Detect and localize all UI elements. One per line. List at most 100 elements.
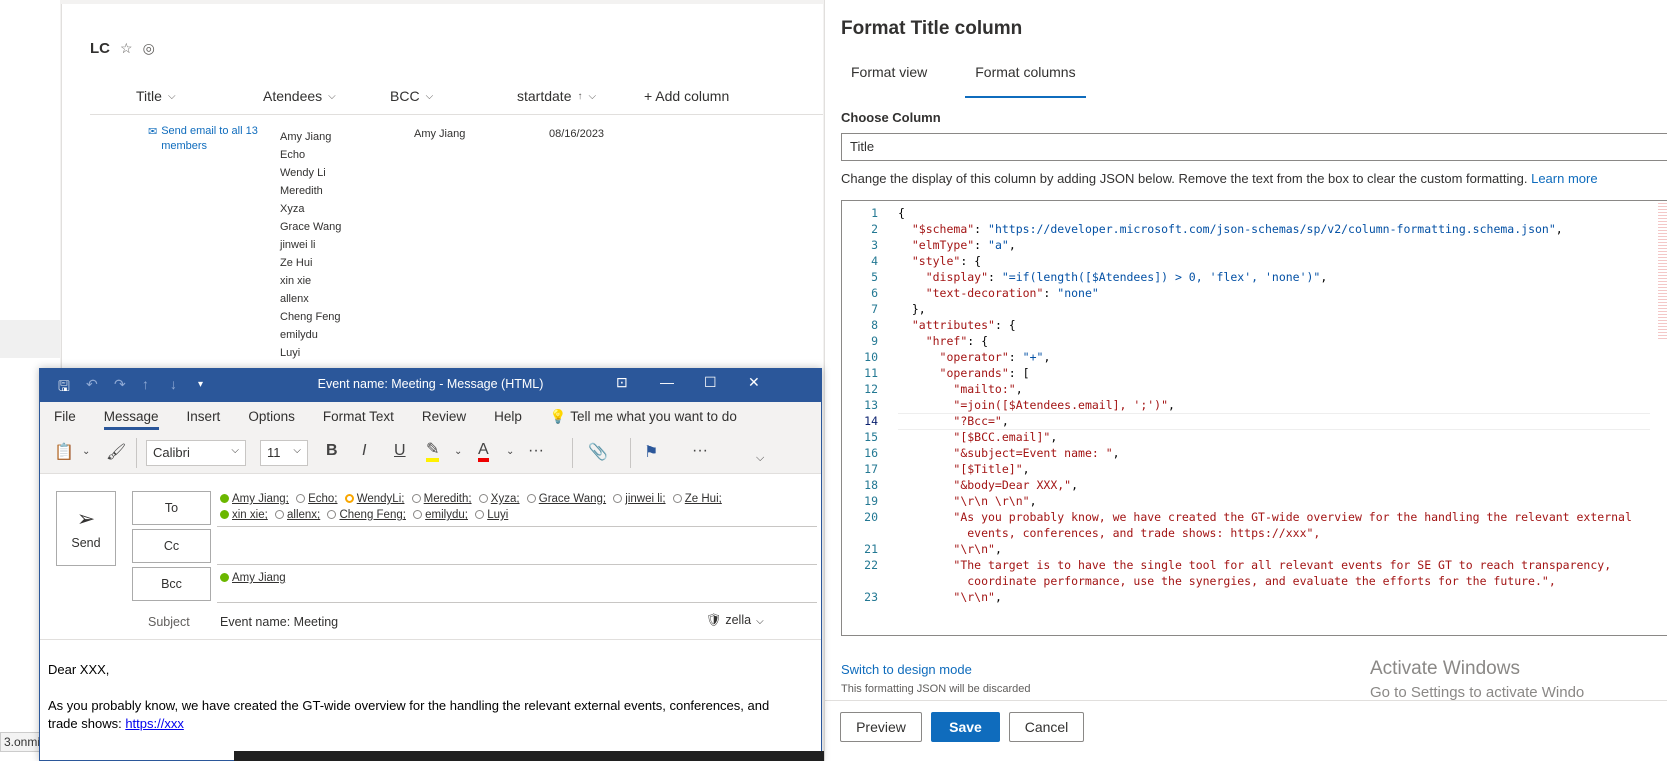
recipient-chip[interactable]: WendyLi; [344,493,405,505]
sensitivity-dropdown[interactable]: 🛡 zella ⌵ [706,613,764,628]
recipient-chip[interactable]: Xyza; [478,493,520,505]
editor-minimap[interactable] [1658,201,1667,341]
recipient-chip[interactable]: allenx; [275,509,320,521]
activate-windows-title: Activate Windows [1370,658,1520,679]
maximize-icon[interactable]: ☐ [704,374,717,391]
tell-me-search[interactable]: 💡 Tell me what you want to do [536,402,751,432]
add-column-button[interactable]: + Add column [644,88,729,104]
message-body[interactable]: Dear XXX, As you probably know, we have … [48,661,788,733]
bcc-recipient[interactable]: Amy Jiang [220,572,286,584]
attendee-item: Luyi [280,347,301,359]
highlight-dropdown-icon[interactable]: ⌄ [454,446,462,457]
save-button[interactable]: Save [931,712,1000,742]
line-number: 19 [864,494,878,508]
recipient-chip[interactable]: jinwei li; [613,493,666,505]
menu-help[interactable]: Help [480,402,536,432]
minimize-icon[interactable]: — [660,374,674,390]
recipient-chip[interactable]: Luyi [475,509,508,521]
to-recipients[interactable]: Amy Jiang; Echo; WendyLi; Meredith; Xyza… [220,491,780,523]
recipient-name: WendyLi; [356,493,405,505]
menu-message[interactable]: Message [90,402,173,432]
taskbar [234,751,824,761]
column-header-atendees[interactable]: Atendees ⌵ [263,88,336,104]
code-line: "As you probably know, we have created t… [953,510,1632,524]
shield-icon: 🛡 [706,613,726,627]
presence-icon [344,494,354,503]
presence-icon [526,494,536,503]
menu-format-text[interactable]: Format Text [309,402,408,432]
recipient-chip[interactable]: Echo; [296,493,338,505]
highlight-icon[interactable]: ✎ [426,442,440,462]
recipient-chip[interactable]: Meredith; [411,493,472,505]
column-bcc-label: BCC [390,88,420,104]
choose-column-dropdown[interactable]: Title [841,133,1667,161]
send-email-link-text: Send email to all 13 members [161,125,258,152]
font-color-icon[interactable]: A [478,442,489,462]
chevron-down-icon: ⌵ [231,445,239,456]
check-circle-icon[interactable]: ◎ [143,40,155,57]
format-painter-icon[interactable]: 🖌 [106,442,126,462]
attendees-cell: Amy Jiang Echo Wendy Li Meredith Xyza Grace W… [280,128,341,362]
cc-button[interactable]: Cc [132,529,211,563]
tab-format-columns[interactable]: Format columns [965,62,1086,98]
recipient-chip[interactable]: emilydu; [413,509,468,521]
tab-format-view[interactable]: Format view [841,62,937,98]
recipient-chip[interactable]: Grace Wang; [526,493,606,505]
menu-review[interactable]: Review [408,402,480,432]
underline-icon[interactable]: U [394,442,406,460]
recipient-chip[interactable]: Ze Hui; [672,493,722,505]
presence-icon [327,510,337,519]
line-number: 4 [871,254,878,268]
body-link[interactable]: https://xxx [125,716,184,731]
paste-dropdown-icon[interactable]: ⌄ [82,446,90,457]
font-name-select[interactable]: Calibri ⌵ [146,440,246,466]
bold-icon[interactable]: B [326,442,338,460]
to-button[interactable]: To [132,491,211,525]
ribbon-display-icon[interactable]: ⊡ [616,374,628,391]
presence-icon [413,510,423,519]
column-header-title[interactable]: Title ⌵ [136,88,176,104]
switch-design-mode-link[interactable]: Switch to design mode [841,662,972,677]
font-color-dropdown-icon[interactable]: ⌄ [506,446,514,457]
line-number: 21 [864,542,878,556]
recipient-name: Ze Hui; [684,493,722,505]
attendee-item: jinwei li [280,239,316,251]
collapse-ribbon-icon[interactable]: ⌵ [756,452,764,465]
menu-file[interactable]: File [40,402,90,432]
close-icon[interactable]: ✕ [748,374,760,391]
learn-more-link[interactable]: Learn more [1531,171,1597,186]
code-line: "href": { [925,334,989,348]
recipient-chip[interactable]: xin xie; [220,509,268,521]
line-number: 2 [871,222,878,236]
paste-icon[interactable]: 📋 [54,442,74,462]
tag-icon[interactable]: ⚑ [644,442,658,462]
attendee-item: allenx [280,293,309,305]
menu-options[interactable]: Options [234,402,309,432]
presence-icon [475,510,485,519]
more-format-icon[interactable]: ··· [528,442,544,460]
recipient-name: allenx; [287,509,321,521]
send-button[interactable]: ➢ Send [56,491,116,566]
menu-insert[interactable]: Insert [173,402,235,432]
column-header-startdate[interactable]: startdate ↑ ⌵ [517,88,596,104]
font-size-select[interactable]: 11 ⌵ [260,440,308,466]
font-size-value: 11 [267,445,281,460]
attendee-item: Echo [280,149,306,161]
more-options-icon[interactable]: ··· [692,442,708,460]
bcc-button[interactable]: Bcc [132,567,211,601]
code-line: "\r\n \r\n", [953,494,1037,508]
subject-input[interactable]: Event name: Meeting [220,615,338,629]
send-email-link[interactable]: ✉ Send email to all 13 members [148,124,258,154]
star-icon[interactable]: ☆ [120,40,133,57]
attach-icon[interactable]: 📎 [588,442,608,462]
presence-icon [220,494,229,503]
json-editor[interactable]: 1 {2 "$schema": "https://developer.micros… [841,200,1667,636]
presence-icon [220,510,229,519]
italic-icon[interactable]: I [362,442,366,460]
recipient-chip[interactable]: Cheng Feng; [327,509,406,521]
recipient-chip[interactable]: Amy Jiang; [220,493,289,505]
column-header-bcc[interactable]: BCC ⌵ [390,88,433,104]
cancel-button[interactable]: Cancel [1009,712,1084,742]
preview-button[interactable]: Preview [840,712,922,742]
code-line: "The target is to have the single tool f… [953,558,1612,572]
